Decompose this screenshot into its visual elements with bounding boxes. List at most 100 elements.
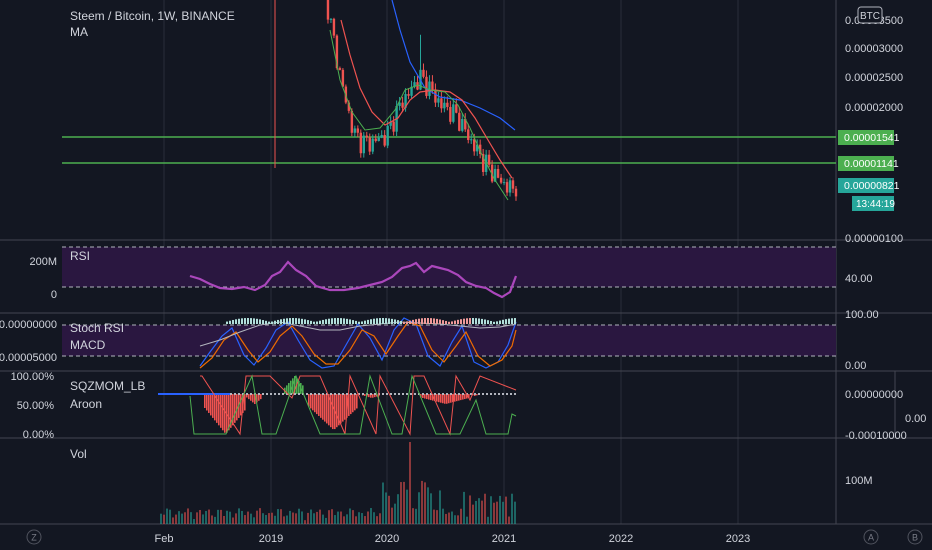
volume-bar — [217, 509, 219, 524]
squeeze-bar — [450, 394, 452, 403]
candle-body — [452, 104, 455, 122]
currency-badge[interactable]: BTC — [857, 6, 883, 24]
candle-body — [431, 81, 434, 90]
candle-body — [425, 76, 428, 96]
squeeze-bar — [234, 394, 236, 423]
squeeze-bar — [424, 394, 426, 399]
volume-bar — [214, 516, 216, 524]
volume-bar — [427, 487, 429, 524]
volume-bar — [178, 511, 180, 524]
candle-body — [449, 106, 452, 122]
candle-body — [458, 112, 461, 131]
candle-body — [487, 154, 491, 165]
aroon-title[interactable]: Aroon — [70, 397, 102, 411]
squeeze-bar — [320, 394, 322, 418]
macd-bar — [406, 321, 408, 324]
ma-indicator-label[interactable]: MA — [70, 25, 88, 39]
macd-bar — [292, 318, 294, 324]
squeeze-bar — [442, 394, 444, 404]
macd-bar — [343, 318, 345, 324]
squeeze-bar — [332, 394, 334, 430]
sqz-right-label-1: 0.00000000 — [845, 389, 903, 401]
macd-bar — [370, 319, 372, 324]
rsi-left-label-2: 0 — [51, 289, 57, 301]
volume-bar — [316, 511, 318, 524]
volume-bar — [235, 513, 237, 524]
last-price-badge: 0.00000821 — [838, 178, 900, 193]
macd-bar — [478, 318, 480, 324]
squeeze-bar — [252, 394, 254, 403]
svg-text:0.00001141: 0.00001141 — [844, 158, 899, 170]
squeeze-bar — [210, 394, 212, 416]
macd-bar — [277, 319, 279, 324]
volume-bar — [175, 514, 177, 524]
time-label-6: 2023 — [726, 533, 750, 545]
volume-bar — [490, 496, 492, 524]
squeeze-bar — [336, 394, 338, 428]
candle-body — [326, 0, 330, 20]
macd-bar — [331, 318, 333, 324]
macd-bar — [469, 318, 471, 324]
macd-bar — [445, 320, 447, 324]
rsi-band — [62, 247, 836, 287]
volume-bar — [364, 516, 366, 524]
macd-bar — [400, 320, 402, 324]
volume-bar — [226, 510, 228, 524]
volume-bar — [247, 511, 249, 524]
volume-bar — [304, 520, 306, 524]
candle-body — [353, 128, 357, 133]
macd-bar — [415, 319, 417, 324]
macd-bar — [511, 318, 513, 324]
volume-bar — [391, 507, 393, 524]
macd-bar — [253, 318, 255, 324]
volume-bar — [451, 511, 453, 524]
sqzmom-title[interactable]: SQZMOM_LB — [70, 379, 145, 393]
squeeze-bar — [206, 394, 208, 411]
squeeze-bar — [446, 394, 448, 404]
volume-bar — [355, 516, 357, 524]
macd-bar — [448, 321, 450, 324]
macd-bar — [226, 321, 228, 324]
macd-bar — [484, 319, 486, 324]
macd-bar — [442, 320, 444, 324]
squeeze-bar — [438, 394, 440, 403]
macd-bar — [376, 318, 378, 324]
volume-bar — [358, 512, 360, 524]
squeeze-bar — [344, 394, 346, 420]
stoch-title[interactable]: Stoch RSI — [70, 321, 124, 335]
volume-bar — [454, 515, 456, 524]
macd-bar — [295, 318, 297, 324]
macd-title[interactable]: MACD — [70, 338, 106, 352]
candle-body — [508, 180, 512, 193]
chart-canvas[interactable]: Steem / Bitcoin, 1W, BINANCE MA RSI Stoc… — [0, 0, 932, 550]
volume-bar — [307, 512, 309, 524]
macd-bar — [304, 319, 306, 324]
macd-bar — [409, 320, 411, 324]
volume-bar — [310, 509, 312, 524]
volume-bar — [292, 512, 294, 524]
volume-bar — [187, 508, 189, 524]
rsi-title[interactable]: RSI — [70, 249, 90, 263]
volume-bar — [322, 514, 324, 524]
macd-bar — [337, 318, 339, 324]
candle-body — [362, 135, 365, 154]
macd-bar — [247, 318, 249, 324]
svg-text:0.00001541: 0.00001541 — [844, 132, 900, 144]
stoch-right-label-2: 0.00 — [845, 360, 866, 372]
volume-bar — [379, 513, 381, 524]
squeeze-bar — [228, 394, 230, 431]
macd-bar — [505, 319, 507, 324]
volume-bar — [448, 512, 450, 524]
squeeze-bar — [240, 394, 242, 416]
squeeze-bar — [356, 394, 358, 409]
volume-title[interactable]: Vol — [70, 447, 87, 461]
macd-bar — [454, 320, 456, 324]
candle-body — [434, 89, 437, 103]
macd-bar — [250, 318, 252, 324]
volume-bar — [286, 515, 288, 524]
macd-bar — [271, 321, 273, 324]
volume-bar — [409, 442, 411, 524]
volume-bar — [367, 511, 369, 524]
svg-text:13:44:19: 13:44:19 — [856, 199, 895, 210]
aroon-left-label-1: 100.00% — [11, 371, 55, 383]
